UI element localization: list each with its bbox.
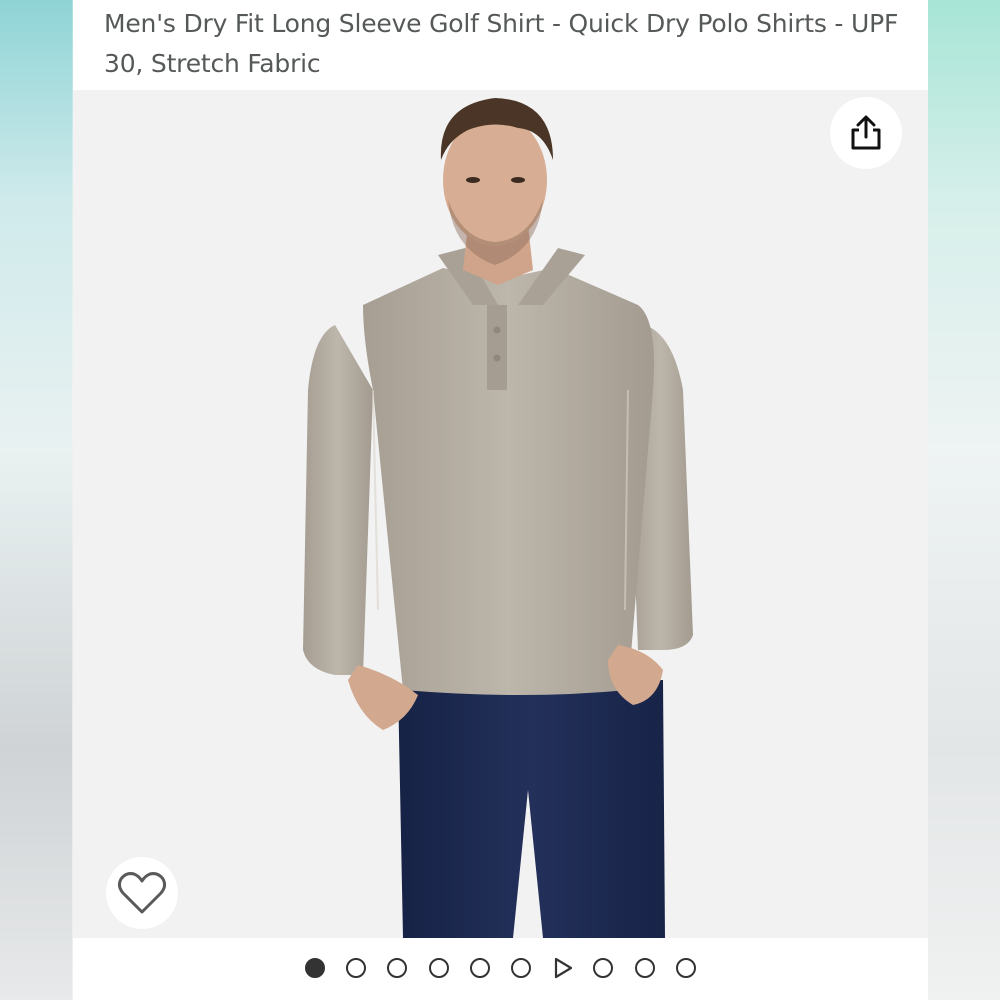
product-image[interactable] [73, 90, 928, 938]
carousel-dot-10[interactable] [676, 958, 696, 978]
background-left [0, 0, 72, 1000]
wishlist-button[interactable] [106, 857, 178, 929]
product-photo-model [303, 98, 693, 938]
carousel-dot-4[interactable] [429, 958, 449, 978]
share-button[interactable] [830, 97, 902, 169]
carousel-dot-1[interactable] [305, 958, 325, 978]
carousel-dot-2[interactable] [346, 958, 366, 978]
carousel-dot-8[interactable] [593, 958, 613, 978]
share-icon [851, 115, 881, 150]
product-title: Men's Dry Fit Long Sleeve Golf Shirt - Q… [104, 9, 899, 78]
carousel-indicators [73, 938, 928, 1000]
carousel-dot-6[interactable] [511, 958, 531, 978]
background-right [928, 0, 1000, 1000]
carousel-dot-9[interactable] [635, 958, 655, 978]
heart-outline-icon [117, 872, 167, 914]
carousel-dot-5[interactable] [470, 958, 490, 978]
product-card: Men's Dry Fit Long Sleeve Golf Shirt - Q… [73, 0, 928, 1000]
play-triangle-icon[interactable] [552, 956, 574, 980]
carousel-dot-3[interactable] [387, 958, 407, 978]
